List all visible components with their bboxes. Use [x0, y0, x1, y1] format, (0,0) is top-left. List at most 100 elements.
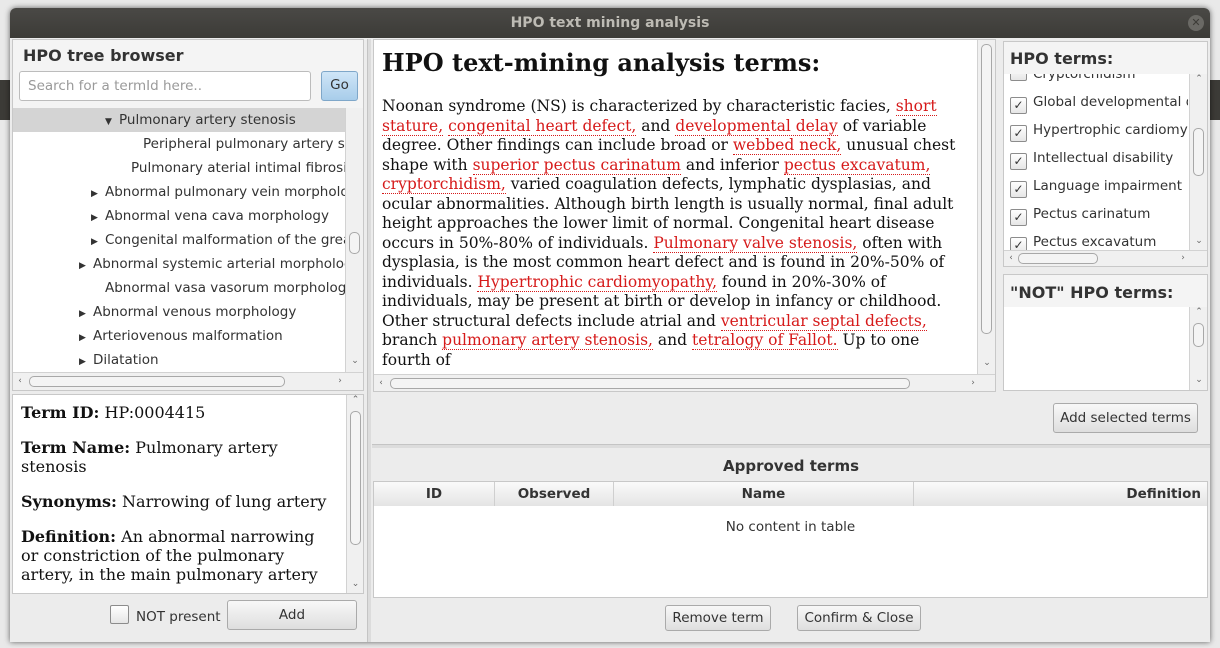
hpo-scroll-left-icon[interactable]: ‹: [1006, 253, 1016, 263]
tree-item[interactable]: Abnormal vasa vasorum morphology: [13, 276, 345, 300]
highlighted-term[interactable]: pectus excavatum,: [783, 155, 931, 175]
add-button[interactable]: Add: [227, 600, 357, 630]
highlighted-term[interactable]: congenital heart defect,: [448, 116, 637, 136]
checked-checkbox-icon[interactable]: ✓: [1010, 97, 1027, 114]
tree-item[interactable]: ▼ Pulmonary artery stenosis: [13, 108, 345, 132]
collapsed-arrow-icon[interactable]: ▶: [79, 326, 89, 348]
details-scroll-down-icon[interactable]: ⌄: [347, 579, 363, 589]
hpo-term-item[interactable]: ✓ Hypertrophic cardiomyo: [1010, 116, 1188, 144]
tree-item[interactable]: ▶ Abnormal venous morphology: [13, 300, 345, 324]
column-header-name[interactable]: Name: [614, 482, 914, 506]
collapsed-arrow-icon[interactable]: ▶: [91, 206, 101, 228]
column-header-id[interactable]: ID: [374, 482, 495, 506]
not-terms-vertical-scrollbar[interactable]: ⌃ ⌄: [1189, 307, 1207, 390]
tree-hscroll-thumb[interactable]: [29, 376, 285, 387]
hpo-scroll-right-icon[interactable]: ›: [1178, 253, 1188, 263]
unchecked-checkbox-icon[interactable]: [1010, 74, 1027, 81]
hpo-horizontal-scrollbar[interactable]: ‹ ›: [1004, 250, 1207, 266]
highlighted-term[interactable]: pulmonary artery stenosis,: [442, 331, 653, 350]
not-present-checkbox[interactable]: NOT present: [110, 605, 221, 625]
body-text: and: [652, 331, 692, 349]
tree-item[interactable]: ▶ Abnormal pulmonary vein morpholog: [13, 180, 345, 204]
analysis-horizontal-scrollbar[interactable]: ‹ ›: [374, 374, 995, 391]
analysis-hscroll-thumb[interactable]: [390, 378, 910, 389]
body-text: Noonan syndrome (NS) is characterized by…: [382, 97, 896, 115]
remove-term-button[interactable]: Remove term: [665, 605, 771, 631]
add-selected-terms-button[interactable]: Add selected terms: [1053, 403, 1198, 433]
hpo-term-item[interactable]: ✓ Intellectual disability: [1010, 144, 1188, 172]
not-terms-list: ⌃ ⌄: [1004, 307, 1207, 390]
tree-scroll-thumb[interactable]: [349, 232, 360, 254]
hpo-terms-list: Cryptorchidism ✓ Global developmental d ✓ Hy…: [1004, 74, 1207, 266]
scroll-right-arrow-icon[interactable]: ›: [335, 376, 345, 386]
tree-horizontal-scrollbar[interactable]: ‹ ›: [13, 372, 363, 390]
analysis-scroll-left-icon[interactable]: ‹: [376, 378, 386, 388]
analysis-vertical-scrollbar[interactable]: ⌄: [977, 40, 995, 374]
term-id-value: HP:0004415: [104, 403, 206, 422]
tree-item[interactable]: ▶ Congenital malformation of the great: [13, 228, 345, 252]
analysis-scroll-right-icon[interactable]: ›: [968, 378, 978, 388]
details-scroll-thumb[interactable]: [350, 411, 361, 545]
tree-item-label: Pulmonary artery stenosis: [119, 112, 296, 128]
collapsed-arrow-icon[interactable]: ▶: [79, 350, 89, 372]
details-vertical-scrollbar[interactable]: ⌃ ⌄: [346, 395, 363, 593]
tree-item-label: Congenital malformation of the great: [105, 232, 345, 248]
hpo-term-item[interactable]: ✓ Language impairment: [1010, 172, 1188, 200]
collapsed-arrow-icon[interactable]: ▶: [79, 254, 89, 276]
hpo-scroll-thumb[interactable]: [1193, 128, 1204, 176]
tree-item[interactable]: ▶ Abnormal systemic arterial morphology: [13, 252, 345, 276]
highlighted-term[interactable]: Hypertrophic cardiomyopathy,: [477, 272, 717, 292]
title-bar[interactable]: HPO text mining analysis: [10, 8, 1210, 38]
expanded-arrow-icon[interactable]: ▼: [105, 110, 115, 132]
scroll-down-arrow-icon[interactable]: ⌄: [346, 356, 363, 366]
collapsed-arrow-icon[interactable]: ▶: [91, 182, 101, 204]
split-divider[interactable]: [367, 39, 371, 642]
tree-item-label: Abnormal venous morphology: [93, 304, 297, 320]
column-header-definition[interactable]: Definition: [914, 482, 1207, 506]
tree-item[interactable]: ▶ Arteriovenous malformation: [13, 324, 345, 348]
checked-checkbox-icon[interactable]: ✓: [1010, 125, 1027, 142]
highlighted-term[interactable]: cryptorchidism,: [382, 175, 506, 194]
desktop-edge-right: [1210, 80, 1220, 120]
hpo-vertical-scrollbar[interactable]: ⌃ ⌄: [1189, 74, 1207, 250]
hpo-term-item[interactable]: Cryptorchidism: [1010, 74, 1188, 88]
tree-item[interactable]: Peripheral pulmonary artery sten: [13, 132, 345, 156]
highlighted-term[interactable]: ventricular septal defects,: [720, 311, 927, 331]
collapsed-arrow-icon[interactable]: ▶: [79, 302, 89, 324]
hpo-hscroll-thumb[interactable]: [1018, 253, 1098, 264]
not-scroll-down-icon[interactable]: ⌄: [1190, 375, 1208, 385]
analysis-scroll-thumb[interactable]: [981, 44, 992, 334]
term-search-input[interactable]: Search for a termId here..: [19, 71, 311, 101]
checked-checkbox-icon[interactable]: ✓: [1010, 209, 1027, 226]
column-header-observed[interactable]: Observed: [495, 482, 614, 506]
checked-checkbox-icon[interactable]: ✓: [1010, 181, 1027, 198]
details-scroll-up-icon[interactable]: ⌃: [347, 395, 363, 405]
scroll-left-arrow-icon[interactable]: ‹: [15, 376, 25, 386]
highlighted-term[interactable]: Pulmonary valve stenosis,: [653, 233, 858, 253]
checked-checkbox-icon[interactable]: ✓: [1010, 153, 1027, 170]
hpo-term-item[interactable]: ✓ Pectus carinatum: [1010, 200, 1188, 228]
hpo-scroll-down-icon[interactable]: ⌄: [1190, 236, 1207, 246]
close-icon[interactable]: ✕: [1188, 15, 1204, 31]
tree-browser-header: HPO tree browser: [23, 46, 184, 65]
body-text: and: [636, 116, 676, 135]
collapsed-arrow-icon[interactable]: ▶: [91, 230, 101, 252]
tree-vertical-scrollbar[interactable]: ⌄: [345, 108, 363, 372]
tree-item[interactable]: ▶ Abnormal vena cava morphology: [13, 204, 345, 228]
highlighted-term[interactable]: tetralogy of Fallot.: [691, 331, 838, 350]
hpo-scroll-up-icon[interactable]: ⌃: [1190, 74, 1207, 84]
highlighted-term[interactable]: superior pectus carinatum: [472, 155, 681, 175]
highlighted-term[interactable]: webbed neck,: [732, 136, 842, 155]
not-present-box-icon[interactable]: [110, 605, 129, 624]
analysis-scroll-down-icon[interactable]: ⌄: [978, 358, 995, 368]
confirm-close-button[interactable]: Confirm & Close: [797, 605, 921, 631]
hpo-term-item[interactable]: ✓ Global developmental d: [1010, 88, 1188, 116]
tree-item[interactable]: ▶ Dilatation: [13, 348, 345, 372]
empty-table-message: No content in table: [725, 519, 856, 535]
highlighted-term[interactable]: developmental delay: [675, 116, 838, 136]
not-scroll-up-icon[interactable]: ⌃: [1190, 307, 1208, 317]
analysis-heading: HPO text-mining analysis terms:: [382, 48, 821, 77]
not-scroll-thumb[interactable]: [1193, 323, 1204, 347]
tree-item[interactable]: Pulmonary aterial intimal fibrosis: [13, 156, 345, 180]
go-button[interactable]: Go: [321, 71, 358, 101]
